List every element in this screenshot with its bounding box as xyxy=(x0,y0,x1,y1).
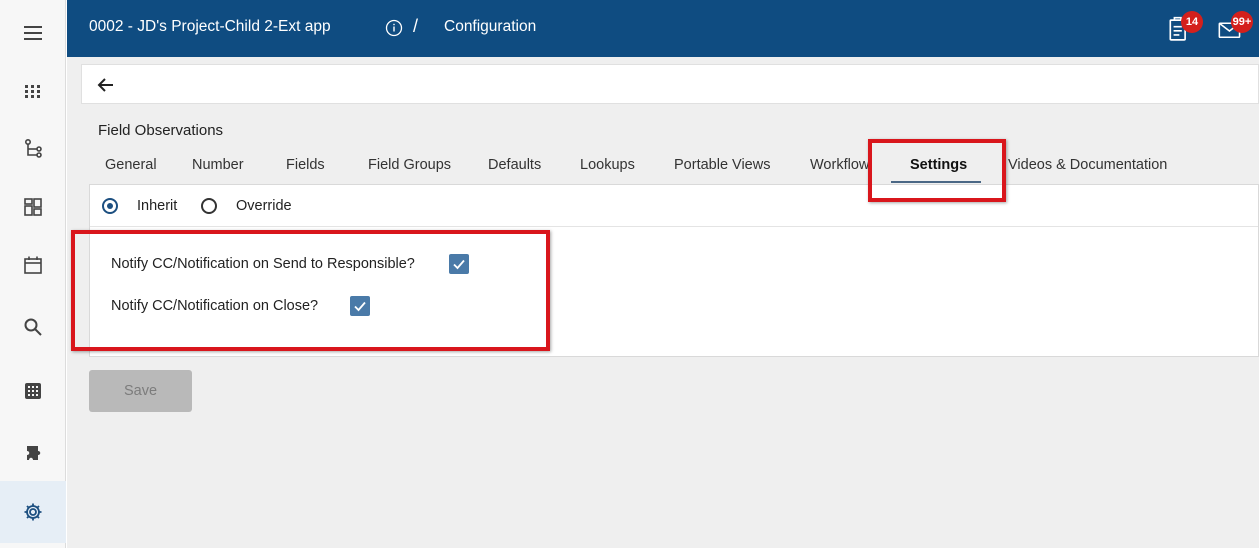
section-title: Field Observations xyxy=(98,122,224,139)
inherit-override-row: Inherit Override xyxy=(90,185,1258,227)
keypad-icon xyxy=(25,383,41,399)
workflow-tree-icon xyxy=(24,138,42,158)
dashboard-button[interactable] xyxy=(0,178,66,236)
tab-lookups[interactable]: Lookups xyxy=(580,157,635,173)
breadcrumb-separator: / xyxy=(413,16,419,36)
extension-icon xyxy=(27,446,41,460)
tab-number[interactable]: Number xyxy=(192,157,244,173)
page-title: Configuration xyxy=(444,18,537,35)
info-icon[interactable] xyxy=(385,19,403,37)
inherit-radio[interactable] xyxy=(102,198,118,214)
menu-button[interactable] xyxy=(0,4,66,62)
search-button[interactable] xyxy=(0,298,66,356)
override-label[interactable]: Override xyxy=(236,198,292,214)
tab-portable-views[interactable]: Portable Views xyxy=(674,157,770,173)
tasks-button[interactable]: 14 xyxy=(1167,11,1203,47)
notification-settings-highlight xyxy=(71,230,550,351)
inherit-label[interactable]: Inherit xyxy=(137,198,177,214)
save-button[interactable]: Save xyxy=(89,370,192,412)
settings-tab-highlight xyxy=(868,139,1006,202)
settings-button[interactable] xyxy=(0,481,66,543)
keypad-button[interactable] xyxy=(0,362,66,420)
tab-fields[interactable]: Fields xyxy=(286,157,325,173)
tab-workflow[interactable]: Workflow xyxy=(810,157,869,173)
apps-grid-icon xyxy=(25,85,40,98)
apps-button[interactable] xyxy=(0,62,66,120)
tab-general[interactable]: General xyxy=(105,157,157,173)
menu-icon xyxy=(24,26,42,40)
search-icon xyxy=(24,318,42,336)
back-arrow-icon[interactable] xyxy=(96,75,116,95)
workflow-button[interactable] xyxy=(0,120,66,178)
settings-gear-icon xyxy=(24,503,42,521)
mail-badge: 99+ xyxy=(1231,11,1253,33)
top-header-bar: 0002 - JD's Project-Child 2-Ext app / Co… xyxy=(67,0,1259,57)
left-navigation-rail xyxy=(0,0,66,548)
tab-field-groups[interactable]: Field Groups xyxy=(368,157,451,173)
mail-button[interactable]: 99+ xyxy=(1215,11,1253,47)
project-title[interactable]: 0002 - JD's Project-Child 2-Ext app xyxy=(89,18,331,36)
tab-videos-documentation[interactable]: Videos & Documentation xyxy=(1008,157,1167,173)
dashboard-icon xyxy=(24,198,42,216)
calendar-button[interactable] xyxy=(0,236,66,294)
override-radio[interactable] xyxy=(201,198,217,214)
back-bar xyxy=(81,64,1259,104)
tab-defaults[interactable]: Defaults xyxy=(488,157,541,173)
tasks-badge: 14 xyxy=(1181,11,1203,33)
extensions-button[interactable] xyxy=(0,424,66,482)
calendar-icon xyxy=(24,256,42,274)
